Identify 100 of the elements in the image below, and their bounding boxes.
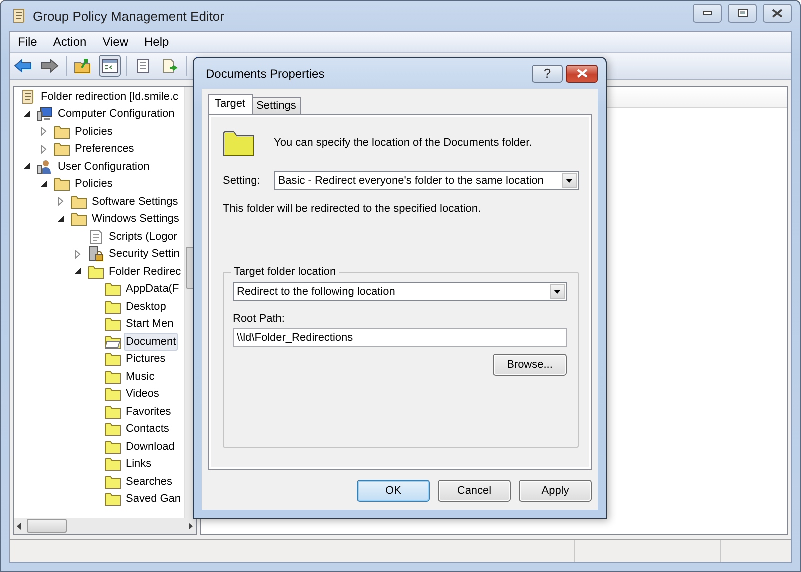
group-legend: Target folder location — [231, 266, 340, 278]
menu-item[interactable]: File — [12, 35, 44, 49]
minimize-icon — [703, 11, 712, 15]
dialog-button[interactable]: Cancel — [438, 480, 511, 502]
tree-item[interactable]: Desktop — [124, 298, 168, 316]
tree-item[interactable]: Computer Configuration — [56, 105, 177, 124]
folder-icon — [105, 387, 121, 402]
folder-icon — [71, 194, 87, 209]
tree-item[interactable]: Links — [124, 455, 154, 474]
tree-item[interactable]: Scripts (Logor — [107, 228, 180, 246]
tree-item[interactable]: Document — [124, 332, 178, 351]
sheet-icon — [135, 58, 151, 74]
folder-icon — [71, 212, 87, 226]
tree-item[interactable]: Policies — [73, 122, 115, 141]
folder-icon — [223, 129, 255, 157]
folder-icon — [54, 124, 70, 139]
tree-item[interactable]: Windows Settings — [90, 210, 182, 228]
scroll-left-icon[interactable] — [17, 522, 21, 530]
tab[interactable]: Target — [208, 94, 253, 114]
folder-icon — [105, 370, 121, 384]
folder-icon — [105, 492, 121, 506]
scroll-right-icon[interactable] — [189, 522, 193, 530]
tab[interactable]: Settings — [252, 97, 302, 114]
back-arrow-icon — [14, 59, 32, 73]
folder-icon — [105, 317, 121, 332]
description-text: You can specify the location of the Documents folder. — [274, 137, 532, 149]
close-icon — [772, 8, 783, 18]
tree-item[interactable]: Software Settings — [90, 192, 180, 211]
tree-item[interactable]: Start Men — [124, 315, 176, 334]
close-icon — [576, 69, 588, 78]
help-button[interactable]: ? — [532, 64, 563, 82]
tree-item[interactable]: User Configuration — [56, 158, 152, 176]
collapse-icon[interactable] — [24, 110, 31, 118]
expand-icon[interactable] — [75, 250, 81, 259]
menu-item[interactable]: Help — [138, 35, 176, 49]
restore-icon — [738, 9, 748, 17]
folder-icon — [105, 352, 121, 366]
tree-item[interactable]: Security Settin — [107, 245, 182, 264]
folder-icon — [88, 264, 104, 279]
pane-icon — [102, 59, 118, 73]
horizontal-scrollbar[interactable] — [14, 518, 196, 534]
folder-icon — [105, 440, 121, 454]
minimize-button[interactable] — [693, 4, 722, 22]
computer-icon — [37, 106, 53, 122]
menu-item[interactable]: Action — [47, 35, 93, 49]
user-icon — [37, 158, 53, 175]
location-dropdown[interactable]: Redirect to the following location — [233, 282, 567, 301]
tree-item[interactable]: Music — [124, 368, 157, 386]
window-title: Group Policy Management Editor — [33, 8, 226, 24]
root-path-field[interactable]: \\ld\Folder_Redirections — [233, 328, 567, 347]
folder-icon — [105, 457, 121, 472]
folder-arrow-icon — [74, 58, 92, 74]
collapse-icon[interactable] — [58, 216, 65, 223]
tree-item[interactable]: Favorites — [124, 402, 174, 421]
folder-icon — [105, 474, 121, 489]
expand-icon[interactable] — [58, 197, 64, 206]
server-lock-icon — [88, 246, 104, 262]
script-icon — [88, 228, 104, 245]
folder-icon — [105, 282, 121, 296]
tree-item[interactable]: Saved Gan — [124, 490, 184, 508]
tree-item[interactable]: Folder Redirec — [107, 262, 184, 281]
setting-dropdown[interactable]: Basic - Redirect everyone's folder to the same location — [274, 171, 579, 190]
note-text: This folder will be redirected to the specified location. — [223, 203, 482, 215]
collapse-icon[interactable] — [41, 180, 48, 188]
collapse-icon[interactable] — [24, 163, 31, 170]
tree-item[interactable]: Preferences — [73, 140, 136, 158]
tree-item[interactable]: Pictures — [124, 350, 168, 368]
setting-label: Setting: — [223, 174, 260, 186]
tree-item[interactable]: Contacts — [124, 420, 172, 438]
folder-icon — [105, 334, 121, 349]
scroll-icon — [20, 88, 36, 105]
tree-item[interactable]: Searches — [124, 472, 174, 491]
dialog-button[interactable]: OK — [357, 480, 430, 502]
folder-icon — [54, 177, 70, 192]
folder-icon — [105, 404, 121, 419]
tree-item[interactable]: Folder redirection [ld.smile.c — [39, 88, 181, 106]
dropdown-arrow-icon — [554, 290, 561, 294]
expand-icon[interactable] — [41, 144, 47, 154]
browse-button[interactable]: Browse... — [493, 354, 567, 376]
dropdown-arrow-icon — [566, 178, 573, 182]
folder-icon — [54, 142, 70, 156]
folder-icon — [105, 300, 121, 314]
close-button[interactable] — [763, 4, 792, 22]
console-tree-button[interactable] — [99, 55, 121, 77]
folder-icon — [105, 422, 121, 436]
root-path-label: Root Path: — [233, 313, 286, 325]
forward-arrow-icon — [41, 59, 59, 73]
menu-item[interactable]: View — [96, 35, 134, 49]
tree-item[interactable]: Videos — [124, 385, 162, 404]
tree-item[interactable]: AppData(F — [124, 280, 182, 298]
tree-item[interactable]: Policies — [73, 175, 115, 194]
expand-icon[interactable] — [41, 127, 47, 136]
maximize-button[interactable] — [728, 4, 757, 22]
close-button[interactable] — [566, 64, 598, 82]
tree-item[interactable]: Download — [124, 438, 177, 456]
export-list-icon — [161, 58, 179, 74]
collapse-icon[interactable] — [75, 268, 82, 276]
scroll-icon — [11, 8, 27, 24]
dialog-title: Documents Properties — [206, 66, 326, 80]
dialog-button[interactable]: Apply — [519, 480, 592, 502]
